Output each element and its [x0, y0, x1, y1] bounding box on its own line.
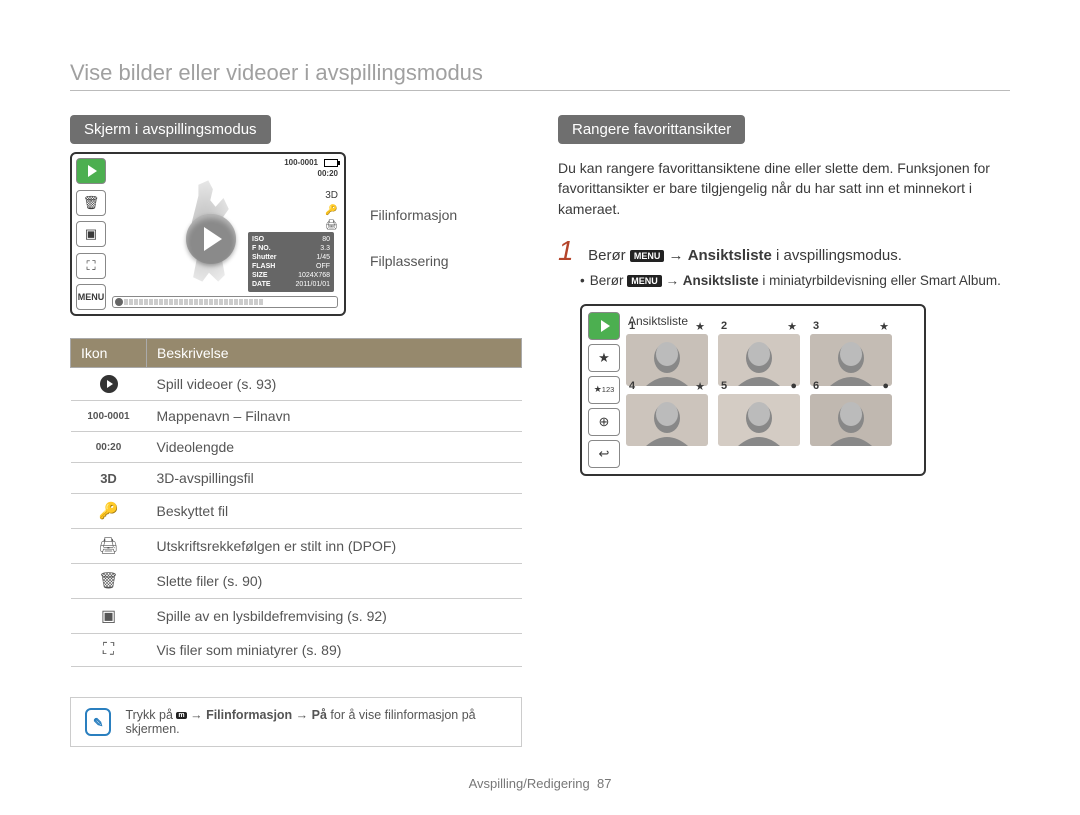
face-item: 4★	[626, 394, 708, 446]
callout-filepos: Filplassering	[370, 253, 449, 269]
table-desc-cell: Spille av en lysbildefremvising (s. 92)	[147, 599, 522, 634]
table-row: ⛶Vis filer som miniatyrer (s. 89)	[71, 634, 522, 667]
play-mode-icon	[588, 312, 620, 340]
callout-fileinfo: Filinformasjon	[370, 207, 457, 223]
table-desc-cell: Mappenavn – Filnavn	[147, 401, 522, 432]
playback-screen-figure: 🗑 ▣ ⛶ MENU 100-0001 00:20 3D 🔑 🖨	[70, 152, 358, 316]
right-column: Rangere favorittansikter Du kan rangere …	[558, 115, 1010, 747]
table-icon-cell: 🔑	[71, 494, 147, 529]
globe-icon: ⊕	[588, 408, 620, 436]
face-item: 2★	[718, 334, 800, 386]
table-icon-cell: ⛶	[71, 634, 147, 667]
table-desc-cell: Slette filer (s. 90)	[147, 564, 522, 599]
title-rule	[70, 90, 1010, 91]
back-icon: ↩	[588, 440, 620, 468]
table-head-desc: Beskrivelse	[147, 339, 522, 368]
table-icon-cell: 00:20	[71, 432, 147, 463]
menu-icon: MENU	[76, 284, 106, 310]
table-row: 🖨Utskriftsrekkefølgen er stilt inn (DPOF…	[71, 529, 522, 564]
tip-box: ✎ Trykk på m → Filinformasjon → På for å…	[70, 697, 522, 747]
slideshow-icon: ▣	[76, 221, 106, 247]
tip-text: Trykk på m → Filinformasjon → På for å v…	[125, 708, 507, 736]
left-column: Skjerm i avspillingsmodus 🗑 ▣ ⛶ MENU 100…	[70, 115, 522, 747]
star-rank-icon: ★	[588, 344, 620, 372]
face-item: 5●	[718, 394, 800, 446]
table-icon-cell: 🗑	[71, 564, 147, 599]
table-row: 100-0001Mappenavn – Filnavn	[71, 401, 522, 432]
table-row: 00:20Videolengde	[71, 432, 522, 463]
table-row: Spill videoer (s. 93)	[71, 368, 522, 401]
note-icon: ✎	[85, 708, 111, 736]
table-desc-cell: Spill videoer (s. 93)	[147, 368, 522, 401]
protect-icon: 🔑	[325, 205, 338, 216]
page-title: Vise bilder eller videoer i avspillingsm…	[70, 60, 1010, 86]
file-info-box: ISO80 F NO.3.3 Shutter1/45 FLASHOFF SIZE…	[248, 232, 334, 292]
menu-chip-icon: MENU	[627, 275, 662, 287]
step-1: 1 Berør MENU → Ansiktsliste i avspilling…	[558, 235, 1010, 267]
table-icon-cell	[71, 368, 147, 401]
icon-description-table: Ikon Beskrivelse Spill videoer (s. 93)10…	[70, 338, 522, 667]
table-row: 🔑Beskyttet fil	[71, 494, 522, 529]
file-label: 100-0001	[284, 158, 318, 167]
menu-chip-icon: MENU	[630, 250, 665, 262]
table-icon-cell: ▣	[71, 599, 147, 634]
table-row: 🗑Slette filer (s. 90)	[71, 564, 522, 599]
trash-icon: 🗑	[76, 190, 106, 216]
face-grid-figure: ★ ★123 ⊕ ↩ Ansiktsliste 1★2★3★ 4★5●6●	[580, 304, 1010, 476]
table-icon-cell: 🖨	[71, 529, 147, 564]
face-item: 6●	[810, 394, 892, 446]
battery-icon	[324, 159, 338, 167]
3d-icon: 3D	[325, 190, 338, 201]
page-footer: Avspilling/Redigering 87	[0, 776, 1080, 791]
left-heading-pill: Skjerm i avspillingsmodus	[70, 115, 271, 144]
print-icon: 🖨	[325, 220, 338, 231]
menu-chip-icon: m	[176, 712, 186, 719]
table-head-icon: Ikon	[71, 339, 147, 368]
face-item: 3★	[810, 334, 892, 386]
table-desc-cell: Utskriftsrekkefølgen er stilt inn (DPOF)	[147, 529, 522, 564]
play-video-icon	[186, 214, 236, 264]
timeline-bar	[112, 296, 338, 308]
play-mode-icon	[76, 158, 106, 184]
thumbnail-icon: ⛶	[76, 253, 106, 279]
table-row: 3D3D-avspillingsfil	[71, 463, 522, 494]
face-item: 1★	[626, 334, 708, 386]
table-icon-cell: 3D	[71, 463, 147, 494]
table-row: ▣Spille av en lysbildefremvising (s. 92)	[71, 599, 522, 634]
table-desc-cell: 3D-avspillingsfil	[147, 463, 522, 494]
table-desc-cell: Videolengde	[147, 432, 522, 463]
right-heading-pill: Rangere favorittansikter	[558, 115, 745, 144]
right-paragraph: Du kan rangere favorittansiktene dine el…	[558, 158, 1010, 219]
table-icon-cell: 100-0001	[71, 401, 147, 432]
table-desc-cell: Beskyttet fil	[147, 494, 522, 529]
step-1-sub: • Berør MENU → Ansiktsliste i miniatyrbi…	[594, 273, 1010, 288]
table-desc-cell: Vis filer som miniatyrer (s. 89)	[147, 634, 522, 667]
camera-screen: 🗑 ▣ ⛶ MENU 100-0001 00:20 3D 🔑 🖨	[70, 152, 346, 316]
step-number: 1	[558, 235, 584, 267]
rank-123-icon: ★123	[588, 376, 620, 404]
face-grid-title: Ansiktsliste	[628, 314, 918, 328]
duration-label: 00:20	[112, 169, 338, 178]
